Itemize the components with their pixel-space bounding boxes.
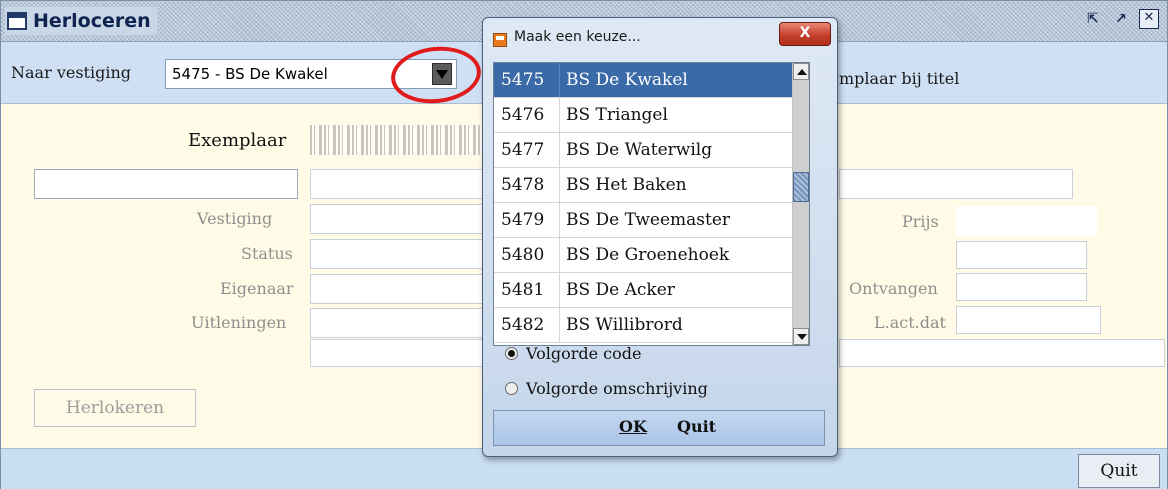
radio-button-selected[interactable] <box>505 347 518 360</box>
choice-dialog: Maak een keuze... X 5475 BS De Kwakel 54… <box>482 17 838 457</box>
prijs-field[interactable] <box>956 206 1097 236</box>
prijs-label: Prijs <box>902 212 939 231</box>
vestiging-label: Vestiging <box>197 209 273 228</box>
list-item-name: BS Triangel <box>566 105 668 125</box>
list-item-code: 5479 <box>494 203 560 237</box>
search-field[interactable] <box>34 169 298 199</box>
list-item-code: 5482 <box>494 308 560 342</box>
radio-order-description[interactable]: Volgorde omschrijving <box>505 379 708 398</box>
scroll-down-icon[interactable] <box>793 328 809 345</box>
list-item[interactable]: 5477 BS De Waterwilg <box>494 133 792 168</box>
list-item-code: 5480 <box>494 238 560 272</box>
list-item-name: BS De Waterwilg <box>566 140 713 160</box>
scrollbar-track[interactable] <box>793 80 809 328</box>
extra-field-right[interactable] <box>839 339 1165 367</box>
restore-icon[interactable]: ⇱ <box>1083 9 1103 29</box>
extra-field[interactable] <box>310 339 485 367</box>
dialog-button-bar: OK Quit <box>493 410 825 446</box>
ontvangen-field[interactable] <box>956 273 1087 301</box>
quit-button[interactable]: Quit <box>1078 454 1160 488</box>
exemplaar-bij-titel-label: mplaar bij titel <box>839 69 960 88</box>
window-controls: ⇱ ↗ ✕ <box>1083 9 1159 29</box>
scrollbar-thumb[interactable] <box>793 172 809 202</box>
list-item-name: BS De Kwakel <box>566 70 688 90</box>
list-item[interactable]: 5482 BS Willibrord <box>494 308 792 343</box>
branch-combobox-value: 5475 - BS De Kwakel <box>172 65 328 83</box>
radio-order-description-label: Volgorde omschrijving <box>526 379 708 398</box>
list-item-code: 5477 <box>494 133 560 167</box>
prijs-field-2[interactable] <box>956 241 1087 269</box>
list-item[interactable]: 5480 BS De Groenehoek <box>494 238 792 273</box>
list-item[interactable]: 5481 BS De Acker <box>494 273 792 308</box>
list-item[interactable]: 5475 BS De Kwakel <box>494 63 792 98</box>
barcode-field[interactable] <box>310 125 490 155</box>
uitleningen-field[interactable] <box>310 308 485 338</box>
title-field[interactable] <box>310 169 485 199</box>
uitleningen-label: Uitleningen <box>191 313 287 332</box>
vestiging-field[interactable] <box>310 204 485 234</box>
maximize-icon[interactable]: ↗ <box>1111 9 1131 29</box>
close-icon[interactable]: X <box>779 22 831 46</box>
list-item-name: BS De Acker <box>566 280 675 300</box>
status-label: Status <box>241 244 293 263</box>
list-item-code: 5475 <box>494 63 560 97</box>
list-item-code: 5481 <box>494 273 560 307</box>
lactdat-label: L.act.dat <box>874 313 946 332</box>
title-field-right[interactable] <box>839 169 1073 199</box>
dialog-title-row: Maak een keuze... <box>493 27 641 47</box>
lactdat-field[interactable] <box>956 306 1101 334</box>
window-icon <box>7 12 27 30</box>
ok-button[interactable]: OK <box>619 417 647 436</box>
list-item-name: BS De Tweemaster <box>566 210 731 230</box>
herlokeren-button[interactable]: Herlokeren <box>34 389 196 427</box>
list-item[interactable]: 5476 BS Triangel <box>494 98 792 133</box>
branch-list[interactable]: 5475 BS De Kwakel 5476 BS Triangel 5477 … <box>493 62 810 346</box>
status-field[interactable] <box>310 239 485 269</box>
radio-order-code[interactable]: Volgorde code <box>505 344 641 363</box>
list-item-name: BS De Groenehoek <box>566 245 730 265</box>
close-icon[interactable]: ✕ <box>1139 9 1159 29</box>
exemplaar-label: Exemplaar <box>188 130 287 151</box>
scroll-up-icon[interactable] <box>793 63 809 80</box>
list-item-code: 5478 <box>494 168 560 202</box>
dialog-title: Maak een keuze... <box>514 29 641 45</box>
list-item[interactable]: 5479 BS De Tweemaster <box>494 203 792 238</box>
eigenaar-label: Eigenaar <box>220 279 294 298</box>
branch-label: Naar vestiging <box>11 63 131 82</box>
dialog-quit-button[interactable]: Quit <box>677 417 716 436</box>
list-item[interactable]: 5478 BS Het Baken <box>494 168 792 203</box>
app-icon <box>493 33 507 47</box>
list-scrollbar[interactable] <box>792 63 809 345</box>
window-title: Herloceren <box>33 10 151 32</box>
list-item-name: BS Willibrord <box>566 315 683 335</box>
radio-button[interactable] <box>505 382 518 395</box>
radio-order-code-label: Volgorde code <box>526 344 642 363</box>
ontvangen-label: Ontvangen <box>849 279 938 298</box>
title-plate: Herloceren <box>5 7 157 35</box>
list-item-name: BS Het Baken <box>566 175 687 195</box>
list-item-code: 5476 <box>494 98 560 132</box>
eigenaar-field[interactable] <box>310 274 485 304</box>
